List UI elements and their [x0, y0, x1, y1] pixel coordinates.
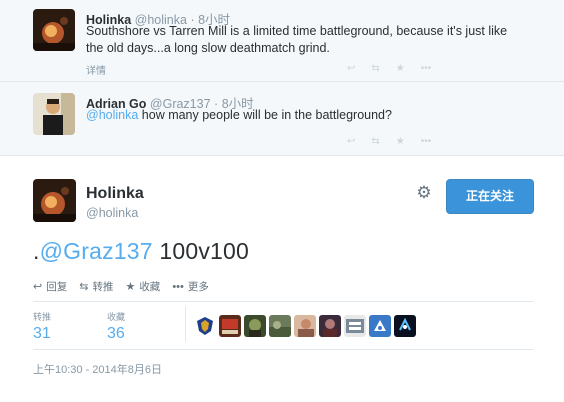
retweet-button[interactable]: ⇆ 转推 — [79, 279, 113, 294]
text-prefix: . — [33, 238, 40, 264]
tweet-text-line: the old days...a long slow deathmatch gr… — [86, 41, 330, 55]
tweet-header: Holinka — [86, 185, 144, 203]
divider — [33, 349, 533, 350]
favorite-count[interactable]: 收藏 36 — [107, 310, 125, 343]
favoriter-avatar[interactable] — [244, 315, 266, 337]
context-tweet[interactable]: Holinka @holinka · 8小时 Southshore vs Tar… — [0, 0, 564, 82]
retweet-icon[interactable]: ⇆ — [371, 136, 379, 147]
favoriter-avatar[interactable] — [294, 315, 316, 337]
retweet-count-label: 转推 — [33, 312, 52, 322]
author-handle[interactable]: @holinka — [86, 206, 138, 220]
favoriter-avatar[interactable] — [369, 315, 391, 337]
following-button[interactable]: 正在关注 — [446, 179, 534, 214]
tweet-actions: ↩ 回复 ⇆ 转推 ★ 收藏 ••• 更多 — [33, 279, 209, 294]
divider — [33, 301, 533, 302]
favoriter-avatar[interactable] — [219, 315, 241, 337]
star-icon: ★ — [125, 281, 136, 293]
more-dots-icon[interactable]: ••• — [421, 63, 432, 74]
favoriter-avatar[interactable] — [319, 315, 341, 337]
reply-icon: ↩ — [33, 281, 43, 293]
gear-icon[interactable]: ⚙ — [415, 184, 433, 202]
more-label: 更多 — [187, 281, 209, 293]
author-name[interactable]: Holinka — [86, 185, 144, 202]
retweet-count-value: 31 — [33, 325, 51, 342]
tweet-text-rest: how many people will be in the battlegro… — [138, 108, 392, 122]
more-dots-icon[interactable]: ••• — [421, 136, 432, 147]
favoriters-list — [194, 315, 416, 337]
favorite-count-value: 36 — [107, 325, 125, 342]
details-link[interactable]: 详情 — [86, 62, 106, 77]
star-icon[interactable]: ★ — [396, 63, 405, 74]
tweet-text-line: Southshore vs Tarren Mill is a limited t… — [86, 24, 508, 38]
tweet-timestamp[interactable]: 上午10:30 - 2014年8月6日 — [33, 361, 162, 377]
tweet-text: .@Graz137 100v100 — [33, 238, 249, 265]
favoriter-avatar[interactable] — [344, 315, 366, 337]
favorite-label: 收藏 — [139, 281, 161, 293]
favorite-count-label: 收藏 — [107, 312, 126, 322]
tweet-text: @holinka how many people will be in the … — [86, 107, 392, 124]
more-dots-icon: ••• — [172, 280, 184, 293]
retweet-icon: ⇆ — [79, 281, 89, 293]
reply-label: 回复 — [46, 281, 68, 293]
favoriter-avatar[interactable] — [394, 315, 416, 337]
mention-link[interactable]: @Graz137 — [40, 238, 153, 264]
context-tweet[interactable]: Adrian Go @Graz137 · 8小时 @holinka how ma… — [0, 82, 564, 156]
mention-link[interactable]: @holinka — [86, 108, 138, 122]
favoriter-avatar[interactable] — [194, 315, 216, 337]
tweet-text-rest: 100v100 — [152, 238, 250, 264]
favorite-button[interactable]: ★ 收藏 — [125, 279, 160, 294]
more-button[interactable]: ••• 更多 — [172, 279, 209, 294]
tweet-actions: ↩ ⇆ ★ ••• — [347, 63, 431, 74]
avatar[interactable] — [33, 179, 76, 222]
tweet-header-handle: @holinka — [86, 206, 138, 220]
star-icon[interactable]: ★ — [396, 136, 405, 147]
retweet-icon[interactable]: ⇆ — [371, 63, 379, 74]
tweet-actions: ↩ ⇆ ★ ••• — [347, 136, 431, 147]
tweet-text: Southshore vs Tarren Mill is a limited t… — [86, 23, 507, 57]
retweet-label: 转推 — [92, 281, 114, 293]
retweet-count[interactable]: 转推 31 — [33, 310, 51, 343]
reply-button[interactable]: ↩ 回复 — [33, 279, 67, 294]
divider — [185, 306, 186, 342]
reply-icon[interactable]: ↩ — [347, 136, 355, 147]
favoriter-avatar[interactable] — [269, 315, 291, 337]
avatar[interactable] — [33, 93, 75, 135]
reply-icon[interactable]: ↩ — [347, 63, 355, 74]
avatar[interactable] — [33, 9, 75, 51]
